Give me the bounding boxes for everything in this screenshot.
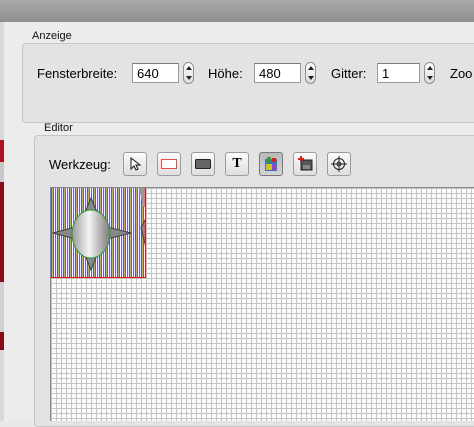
tool-filled-rectangle-button[interactable] — [191, 152, 215, 176]
hoehe-spinner[interactable] — [254, 62, 324, 85]
fensterbreite-input[interactable] — [132, 63, 179, 83]
gitter-label: Gitter: — [331, 66, 367, 81]
anzeige-group-title: Anzeige — [32, 30, 72, 42]
arrow-up-icon — [307, 66, 314, 70]
fensterbreite-decrement[interactable] — [184, 73, 193, 83]
hoehe-input[interactable] — [254, 63, 301, 83]
editor-group-title: Editor — [44, 122, 73, 134]
arrow-down-icon — [185, 76, 192, 80]
select-arrow-icon — [130, 157, 142, 171]
gitter-input[interactable] — [377, 63, 420, 83]
arrow-down-icon — [307, 76, 314, 80]
text-tool-icon: T — [232, 156, 242, 171]
window-titlebar[interactable] — [0, 0, 474, 23]
sprite-image — [51, 188, 145, 277]
rectangle-outline-icon — [161, 159, 177, 169]
fensterbreite-spinner[interactable] — [132, 62, 202, 85]
tool-sprite-button[interactable] — [259, 152, 283, 176]
sprite-tool-icon — [265, 157, 277, 171]
filled-rectangle-icon — [195, 159, 211, 169]
hoehe-decrement[interactable] — [306, 73, 315, 83]
gitter-increment[interactable] — [425, 63, 434, 73]
editor-canvas-grid[interactable] — [50, 187, 474, 421]
zoom-label: Zoo — [450, 66, 473, 81]
fensterbreite-stepper[interactable] — [183, 62, 194, 84]
hoehe-label: Höhe: — [208, 66, 243, 81]
werkzeug-label: Werkzeug: — [49, 157, 111, 172]
crosshair-icon — [331, 156, 347, 172]
selected-sprite[interactable] — [51, 188, 146, 278]
gitter-stepper[interactable] — [424, 62, 435, 84]
gitter-decrement[interactable] — [425, 73, 434, 83]
hoehe-stepper[interactable] — [305, 62, 316, 84]
tool-crosshair-button[interactable] — [327, 152, 351, 176]
tool-text-button[interactable]: T — [225, 152, 249, 176]
arrow-down-icon — [426, 76, 433, 80]
gitter-spinner[interactable] — [377, 62, 447, 85]
arrow-up-icon — [185, 66, 192, 70]
tool-bar: T — [123, 152, 363, 176]
tool-rectangle-button[interactable] — [157, 152, 181, 176]
tool-select-button[interactable] — [123, 152, 147, 176]
tool-image-button[interactable] — [293, 152, 317, 176]
hoehe-increment[interactable] — [306, 63, 315, 73]
anzeige-group: Fensterbreite: Höhe: Gitter: Zoo — [22, 43, 474, 123]
fensterbreite-increment[interactable] — [184, 63, 193, 73]
fensterbreite-label: Fensterbreite: — [37, 66, 118, 81]
arrow-up-icon — [426, 66, 433, 70]
image-insert-icon — [298, 156, 313, 171]
